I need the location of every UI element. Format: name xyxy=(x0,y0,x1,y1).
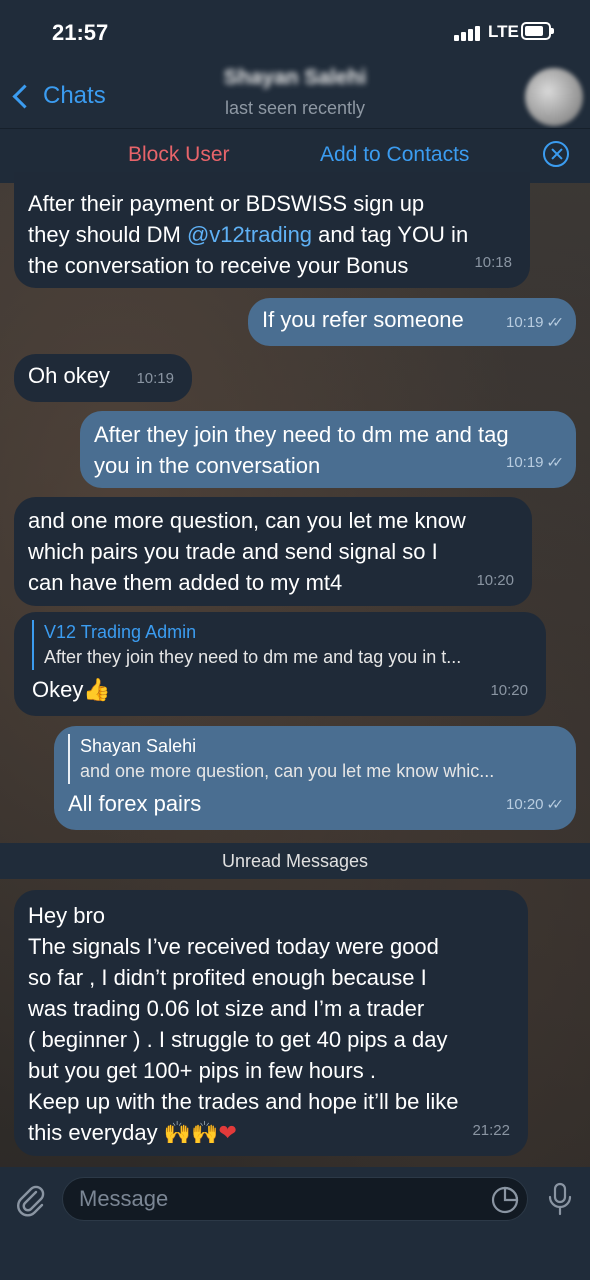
message-bubble[interactable]: V12 Trading Admin After they join they n… xyxy=(14,612,546,716)
nav-bar: Chats Shayan Salehi last seen recently xyxy=(0,64,590,128)
message-bubble[interactable]: and one more question, can you let me kn… xyxy=(14,497,532,606)
reply-text: After they join they need to dm me and t… xyxy=(44,647,462,667)
battery-icon xyxy=(521,22,554,40)
last-seen-status: last seen recently xyxy=(224,98,366,118)
message-bubble[interactable]: Oh okey 10:19 xyxy=(14,354,192,402)
microphone-icon[interactable] xyxy=(545,1181,575,1217)
message-input[interactable] xyxy=(62,1177,528,1221)
heart-icon: ❤ xyxy=(218,1121,237,1146)
signal-icon xyxy=(454,25,484,41)
composer-bar xyxy=(0,1167,590,1280)
reply-author: Shayan Salehi xyxy=(80,736,197,756)
message-bubble[interactable]: Shayan Salehi and one more question, can… xyxy=(54,726,576,830)
close-icon[interactable] xyxy=(543,141,569,167)
add-to-contacts-button[interactable]: Add to Contacts xyxy=(320,143,469,167)
thumbs-up-icon: 👍 xyxy=(83,678,111,703)
message-bubble[interactable]: After their payment or BDSWISS sign up t… xyxy=(14,172,530,288)
raised-hands-icon: 🙌🙌 xyxy=(163,1121,219,1146)
message-text: and one more question, can you let me kn… xyxy=(28,508,466,595)
message-time: 10:18 xyxy=(474,254,512,271)
double-check-icon: ✓✓ xyxy=(546,796,565,812)
message-meta: 10:20 ✓✓ xyxy=(506,789,565,820)
message-bubble[interactable]: Hey bro The signals I’ve received today … xyxy=(14,890,528,1156)
reply-quote[interactable]: V12 Trading Admin After they join they n… xyxy=(32,620,532,670)
reply-author: V12 Trading Admin xyxy=(44,622,197,642)
status-bar: 21:57 LTE xyxy=(0,0,590,64)
message-time: 10:19 xyxy=(136,370,174,387)
message-meta: 10:19 ✓✓ xyxy=(506,307,565,338)
unread-messages-divider: Unread Messages xyxy=(0,843,590,879)
double-check-icon: ✓✓ xyxy=(546,454,565,470)
network-type: LTE xyxy=(488,22,519,41)
status-time: 21:57 xyxy=(52,20,109,45)
message-text: Hey bro The signals I’ve received today … xyxy=(28,903,459,1146)
avatar[interactable] xyxy=(525,68,583,126)
message-bubble[interactable]: If you refer someone 10:19 ✓✓ xyxy=(248,298,576,346)
message-text: Okey👍 xyxy=(32,677,111,703)
reply-quote[interactable]: Shayan Salehi and one more question, can… xyxy=(68,734,562,784)
message-time: 21:22 xyxy=(472,1122,510,1139)
message-time: 10:20 xyxy=(476,572,514,589)
contact-name[interactable]: Shayan Salehi xyxy=(215,66,375,92)
message-bubble[interactable]: After they join they need to dm me and t… xyxy=(80,411,576,488)
message-meta: 10:19 ✓✓ xyxy=(506,447,565,478)
message-text: After they join they need to dm me and t… xyxy=(94,422,509,478)
double-check-icon: ✓✓ xyxy=(546,314,565,330)
message-time: 10:20 xyxy=(490,682,528,699)
reply-text: and one more question, can you let me kn… xyxy=(80,761,495,781)
message-text: All forex pairs xyxy=(68,791,202,816)
paperclip-icon[interactable] xyxy=(14,1183,48,1217)
block-user-button[interactable]: Block User xyxy=(128,143,230,167)
mention-link[interactable]: @v12trading xyxy=(187,222,312,247)
message-text: After their payment or BDSWISS sign up t… xyxy=(28,191,469,278)
sticker-icon[interactable] xyxy=(490,1185,520,1215)
